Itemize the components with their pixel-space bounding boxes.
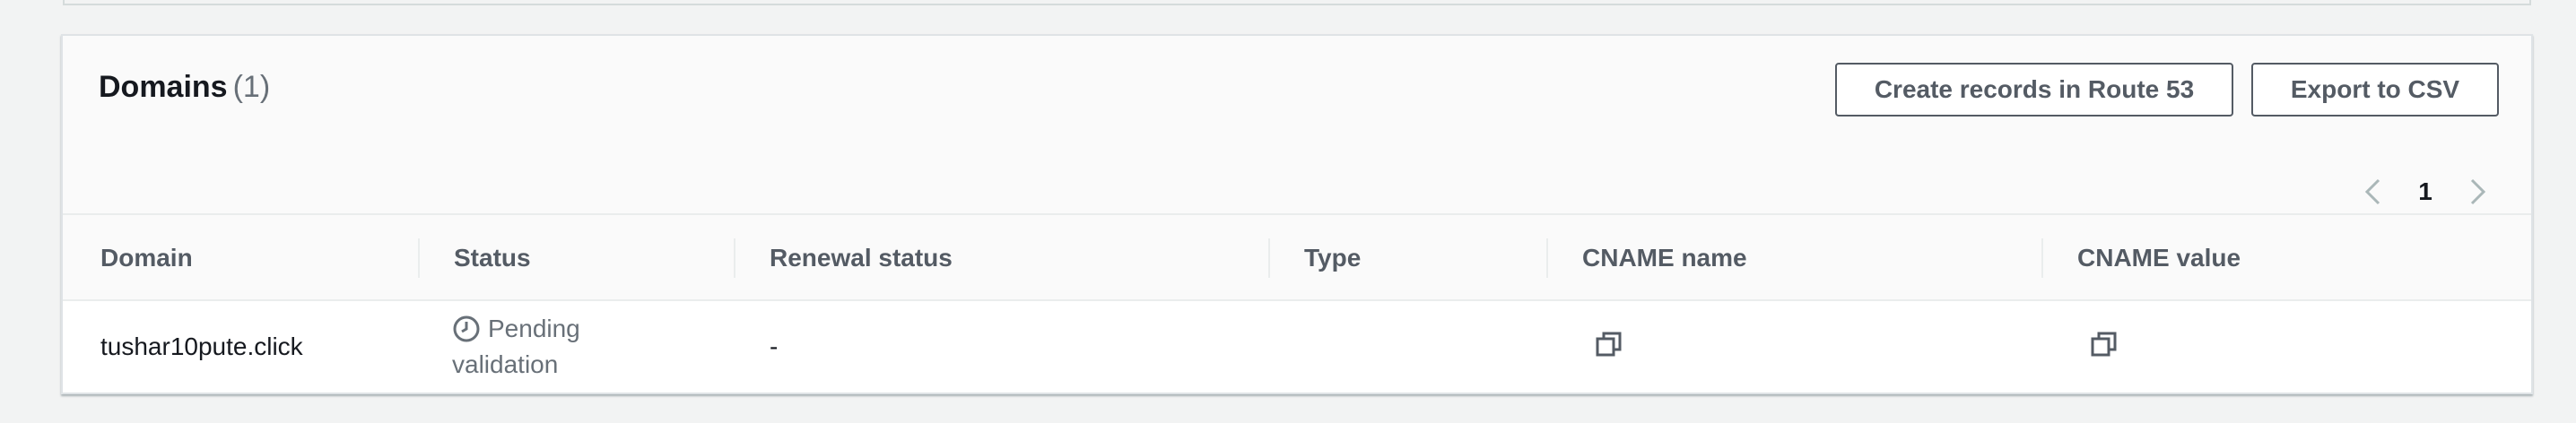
domains-panel: Domains (1) Create records in Route 53 Ex… bbox=[61, 34, 2533, 394]
copy-cname-value-button[interactable] bbox=[2090, 330, 2119, 365]
status-line: Pending bbox=[452, 311, 580, 347]
next-page-button[interactable] bbox=[2459, 174, 2495, 210]
column-header-renewal-status[interactable]: Renewal status bbox=[770, 215, 953, 301]
chevron-left-icon bbox=[2364, 178, 2380, 205]
clock-icon bbox=[453, 315, 480, 342]
column-header-cname-name[interactable]: CNAME name bbox=[1582, 215, 1747, 301]
domains-table: Domain Status Renewal status Type CNAME … bbox=[63, 215, 2531, 393]
panel-title-text: Domains bbox=[99, 70, 228, 104]
previous-page-button[interactable] bbox=[2355, 174, 2391, 210]
table-row: tushar10pute.click Pending validation - bbox=[63, 301, 2531, 393]
status-text-pending: Pending bbox=[488, 315, 580, 342]
status-text-validation: validation bbox=[452, 350, 559, 378]
column-header-cname-value[interactable]: CNAME value bbox=[2077, 215, 2241, 301]
cell-renewal-status: - bbox=[770, 332, 779, 360]
copy-icon bbox=[2091, 332, 2117, 356]
cell-cname-name bbox=[1595, 301, 1623, 393]
domain-count: (1) bbox=[232, 70, 271, 104]
column-separator[interactable] bbox=[1546, 238, 1548, 278]
export-to-csv-button[interactable]: Export to CSV bbox=[2251, 63, 2499, 117]
column-separator[interactable] bbox=[734, 238, 735, 278]
cell-cname-value bbox=[2090, 301, 2119, 393]
column-header-status[interactable]: Status bbox=[454, 215, 531, 301]
table-header-row: Domain Status Renewal status Type CNAME … bbox=[63, 215, 2531, 301]
cell-domain: tushar10pute.click bbox=[100, 332, 303, 360]
previous-panel-edge bbox=[63, 0, 2531, 5]
column-separator[interactable] bbox=[1268, 238, 1270, 278]
panel-header: Domains (1) Create records in Route 53 Ex… bbox=[63, 36, 2531, 215]
copy-cname-name-button[interactable] bbox=[1595, 330, 1623, 365]
column-header-type[interactable]: Type bbox=[1304, 215, 1361, 301]
panel-title: Domains (1) bbox=[99, 70, 270, 105]
column-separator[interactable] bbox=[418, 238, 420, 278]
column-separator[interactable] bbox=[2041, 238, 2043, 278]
column-header-domain[interactable]: Domain bbox=[100, 215, 193, 301]
copy-icon bbox=[1596, 332, 1622, 356]
chevron-right-icon bbox=[2470, 178, 2486, 205]
cell-status: Pending validation bbox=[452, 301, 580, 393]
pagination: 1 bbox=[2355, 174, 2495, 210]
create-records-route53-button[interactable]: Create records in Route 53 bbox=[1835, 63, 2233, 117]
current-page-number[interactable]: 1 bbox=[2391, 177, 2459, 206]
